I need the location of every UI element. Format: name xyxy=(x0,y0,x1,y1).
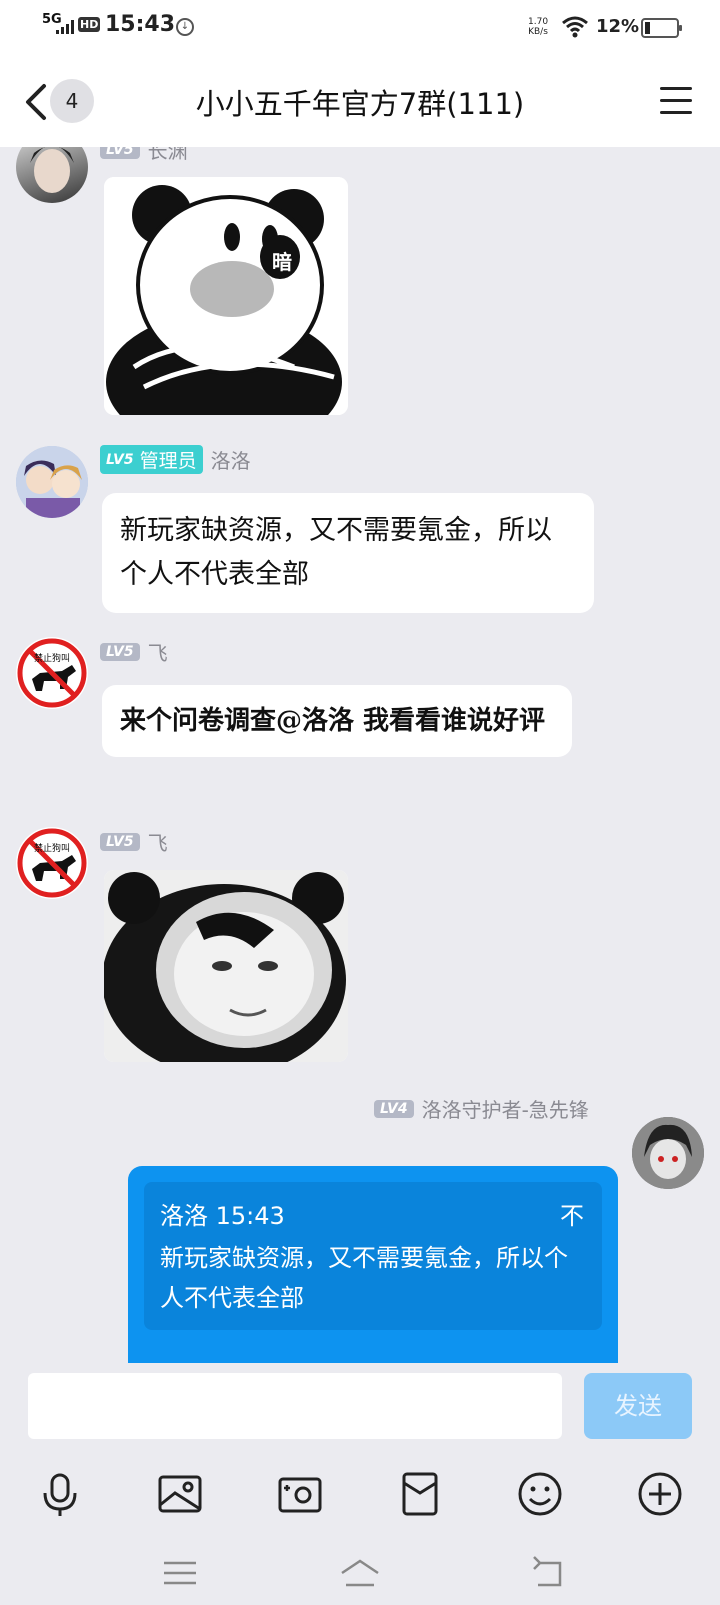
sender-name[interactable]: 长渊 xyxy=(148,147,188,164)
sticker-panda-arms-crossed[interactable]: 暗 xyxy=(104,177,348,415)
admin-badge: LV5 管理员 xyxy=(100,445,203,474)
level-badge: LV5 xyxy=(100,642,140,661)
message-bubble[interactable]: 来个问卷调查@洛洛 我看看谁说好评 xyxy=(102,685,572,757)
battery-icon xyxy=(641,18,682,38)
speed-unit: KB/s xyxy=(528,27,548,37)
clock: 15:43 xyxy=(105,12,176,37)
avatar-sign-text: 禁止狗叫 xyxy=(34,652,70,664)
red-packet-icon[interactable] xyxy=(395,1469,445,1519)
speed-value: 1.70 xyxy=(528,17,549,27)
avatar[interactable] xyxy=(16,147,88,203)
level-badge: LV4 xyxy=(374,1099,414,1118)
chat-header: 4 小小五千年官方7群(111) xyxy=(0,55,720,147)
home-icon[interactable] xyxy=(340,1555,380,1591)
my-message-bubble[interactable]: 洛洛 15:43 不 新玩家缺资源，又不需要氪金，所以个人不代表全部 xyxy=(128,1166,618,1363)
battery-percent: 12% xyxy=(596,16,640,37)
level-badge: LV5 xyxy=(100,147,140,159)
sticker-panda-face[interactable] xyxy=(104,870,348,1062)
sender-line: LV5 管理员 洛洛 xyxy=(100,445,251,474)
message-input[interactable] xyxy=(28,1373,562,1439)
signal-icon xyxy=(56,20,74,34)
panda-meme-image: 暗 xyxy=(104,177,348,415)
chat-title[interactable]: 小小五千年官方7群(111) xyxy=(130,81,590,123)
image-icon[interactable] xyxy=(155,1469,205,1519)
level-badge: LV5 xyxy=(100,832,140,851)
sender-line: LV5 长渊 xyxy=(100,147,188,164)
unread-count-badge[interactable]: 4 xyxy=(50,79,94,123)
my-avatar[interactable] xyxy=(632,1117,704,1189)
avatar-anime-girls-icon xyxy=(16,446,88,518)
sender-name[interactable]: 洛洛守护者-急先锋 xyxy=(422,1094,589,1123)
no-barking-sign-icon: 禁止狗叫 xyxy=(17,638,87,708)
chat-toolbar xyxy=(0,1451,720,1541)
role-label: 管理员 xyxy=(139,450,197,472)
svg-text:暗: 暗 xyxy=(272,250,292,274)
avatar-sign-text: 禁止狗叫 xyxy=(34,842,70,854)
camera-icon[interactable] xyxy=(275,1469,325,1519)
avatar[interactable]: 禁止狗叫 xyxy=(16,827,88,899)
sender-name[interactable]: 飞 xyxy=(148,637,168,666)
recent-apps-icon[interactable] xyxy=(160,1555,200,1591)
quoted-message[interactable]: 洛洛 15:43 不 新玩家缺资源，又不需要氪金，所以个人不代表全部 xyxy=(144,1182,602,1330)
sender-name[interactable]: 飞 xyxy=(148,827,168,856)
panda-meme-image xyxy=(104,870,348,1062)
back-icon[interactable] xyxy=(22,83,52,121)
avatar-dark-hair-icon xyxy=(632,1117,704,1189)
system-navbar xyxy=(0,1541,720,1605)
sender-line: LV5 飞 xyxy=(100,637,168,666)
microphone-icon[interactable] xyxy=(35,1469,85,1519)
notification-icon: ↓ xyxy=(176,18,194,36)
quote-header: 洛洛 15:43 xyxy=(160,1202,285,1230)
avatar[interactable]: 禁止狗叫 xyxy=(16,637,88,709)
quote-arrow-icon[interactable]: 不 xyxy=(560,1196,584,1231)
status-bar: 5G HD 15:43 ↓ 1.70 KB/s 12% xyxy=(0,0,720,55)
avatar[interactable] xyxy=(16,446,88,518)
sender-name[interactable]: 洛洛 xyxy=(211,445,251,474)
avatar-portrait-icon xyxy=(30,147,74,193)
wifi-icon xyxy=(562,16,588,38)
message-bubble[interactable]: 新玩家缺资源，又不需要氪金，所以个人不代表全部 xyxy=(102,493,594,613)
back-nav-icon[interactable] xyxy=(530,1555,570,1591)
quote-text: 新玩家缺资源，又不需要氪金，所以个人不代表全部 xyxy=(160,1244,568,1312)
menu-icon[interactable] xyxy=(660,87,692,115)
no-barking-sign-icon: 禁止狗叫 xyxy=(17,828,87,898)
input-area: 发送 xyxy=(0,1363,720,1605)
emoji-icon[interactable] xyxy=(515,1469,565,1519)
send-button[interactable]: 发送 xyxy=(584,1373,692,1439)
message-list[interactable]: LV5 长渊 暗 LV5 管理员 洛洛 新玩家缺资源，又不需要氪金，所以个人不代… xyxy=(0,147,720,1363)
hd-badge: HD xyxy=(78,17,101,32)
level-badge: LV5 xyxy=(106,451,134,468)
sender-line: LV4 洛洛守护者-急先锋 xyxy=(374,1094,589,1123)
plus-icon[interactable] xyxy=(635,1469,685,1519)
sender-line: LV5 飞 xyxy=(100,827,168,856)
network-speed: 1.70 KB/s xyxy=(528,17,548,37)
